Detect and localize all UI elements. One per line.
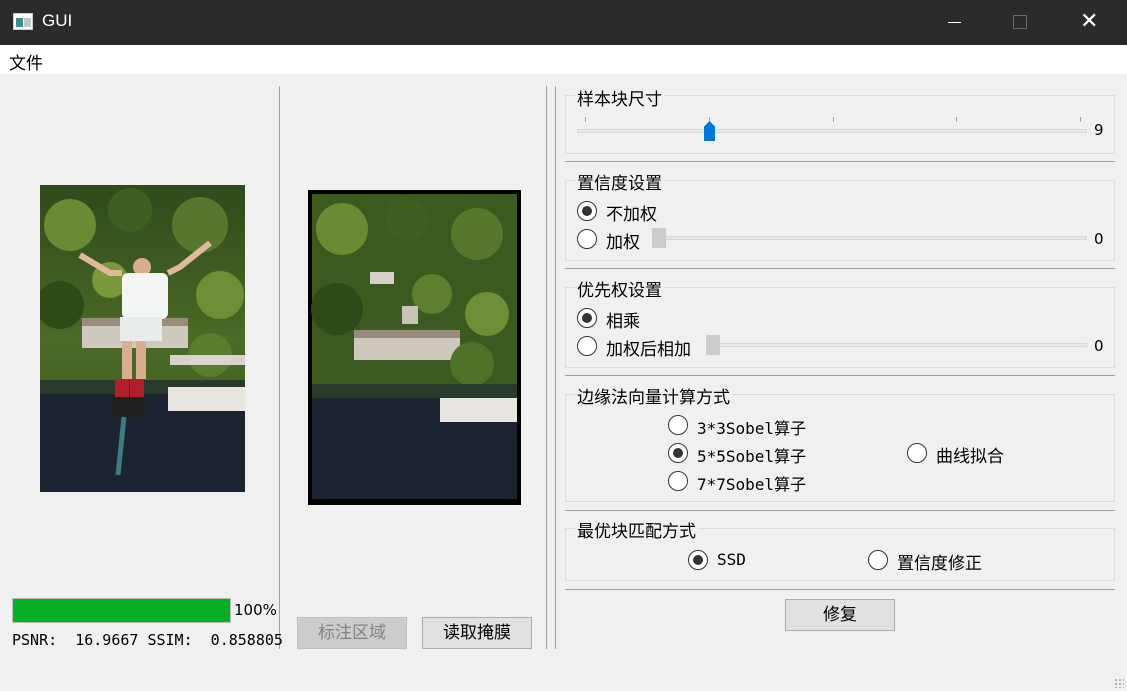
psnr-ssim-metrics: PSNR: 16.9667 SSIM: 0.858805: [12, 631, 283, 649]
maximize-button[interactable]: [1013, 15, 1027, 29]
progress-label: 100%: [234, 601, 277, 619]
separator-left: [279, 86, 280, 649]
radio-weighted-sum[interactable]: [577, 336, 597, 356]
slider-tick: [585, 117, 586, 122]
priority-title: 优先权设置: [575, 276, 664, 301]
divider: [565, 268, 1115, 269]
separator-right: [555, 86, 556, 649]
title-bar: GUI ✕: [0, 0, 1127, 45]
radio-sobel-3x3[interactable]: [668, 415, 688, 435]
sample-size-slider[interactable]: [577, 129, 1087, 133]
radio-multiply-label: 相乘: [606, 312, 640, 332]
radio-curve-fit[interactable]: [907, 443, 927, 463]
radio-weighted[interactable]: [577, 229, 597, 249]
radio-sobel-5x5-label: 5*5Sobel算子: [697, 447, 807, 466]
resize-grip[interactable]: [1114, 678, 1124, 688]
menu-bar: 文件: [0, 45, 1127, 74]
radio-confidence-correction-label: 置信度修正: [897, 554, 982, 574]
confidence-weight-slider[interactable]: [652, 236, 1087, 240]
slider-tick: [833, 117, 834, 122]
divider: [565, 510, 1115, 511]
radio-ssd-label: SSD: [717, 550, 746, 569]
divider: [565, 589, 1115, 590]
menu-file[interactable]: 文件: [9, 49, 43, 74]
separator-middle: [546, 86, 547, 649]
load-mask-button[interactable]: 读取掩膜: [422, 617, 532, 649]
slider-tick: [956, 117, 957, 122]
confidence-title: 置信度设置: [575, 169, 664, 194]
priority-weight-slider[interactable]: [706, 343, 1087, 347]
divider: [565, 161, 1115, 162]
source-image: [40, 185, 245, 492]
sample-size-value: 9: [1094, 121, 1104, 139]
slider-tick: [1080, 117, 1081, 122]
window-title: GUI: [42, 11, 73, 30]
radio-curve-fit-label: 曲线拟合: [936, 447, 1004, 467]
radio-weighted-sum-label: 加权后相加: [606, 340, 691, 360]
app-icon: [13, 13, 33, 30]
normal-vector-title: 边缘法向量计算方式: [575, 383, 732, 408]
priority-weight-value: 0: [1094, 337, 1104, 355]
matching-title: 最优块匹配方式: [575, 517, 698, 542]
priority-weight-slider-handle[interactable]: [706, 335, 720, 355]
normal-vector-group: [565, 394, 1115, 502]
progress-fill: [13, 599, 230, 622]
radio-sobel-7x7-label: 7*7Sobel算子: [697, 475, 807, 494]
radio-no-weight-label: 不加权: [606, 205, 657, 225]
confidence-weight-slider-handle[interactable]: [652, 228, 666, 248]
radio-sobel-5x5[interactable]: [668, 443, 688, 463]
confidence-weight-value: 0: [1094, 230, 1104, 248]
radio-ssd[interactable]: [688, 550, 708, 570]
mark-region-button[interactable]: 标注区域: [297, 617, 407, 649]
radio-sobel-7x7[interactable]: [668, 471, 688, 491]
radio-multiply[interactable]: [577, 308, 597, 328]
radio-weighted-label: 加权: [606, 233, 640, 253]
close-button[interactable]: ✕: [1080, 9, 1098, 34]
sample-size-title: 样本块尺寸: [575, 85, 664, 110]
repair-button[interactable]: 修复: [785, 599, 895, 631]
result-image: [308, 190, 521, 505]
divider: [565, 375, 1115, 376]
progress-bar: [12, 598, 231, 623]
radio-sobel-3x3-label: 3*3Sobel算子: [697, 419, 807, 438]
radio-confidence-correction[interactable]: [868, 550, 888, 570]
radio-no-weight[interactable]: [577, 201, 597, 221]
minimize-button[interactable]: [948, 22, 961, 23]
